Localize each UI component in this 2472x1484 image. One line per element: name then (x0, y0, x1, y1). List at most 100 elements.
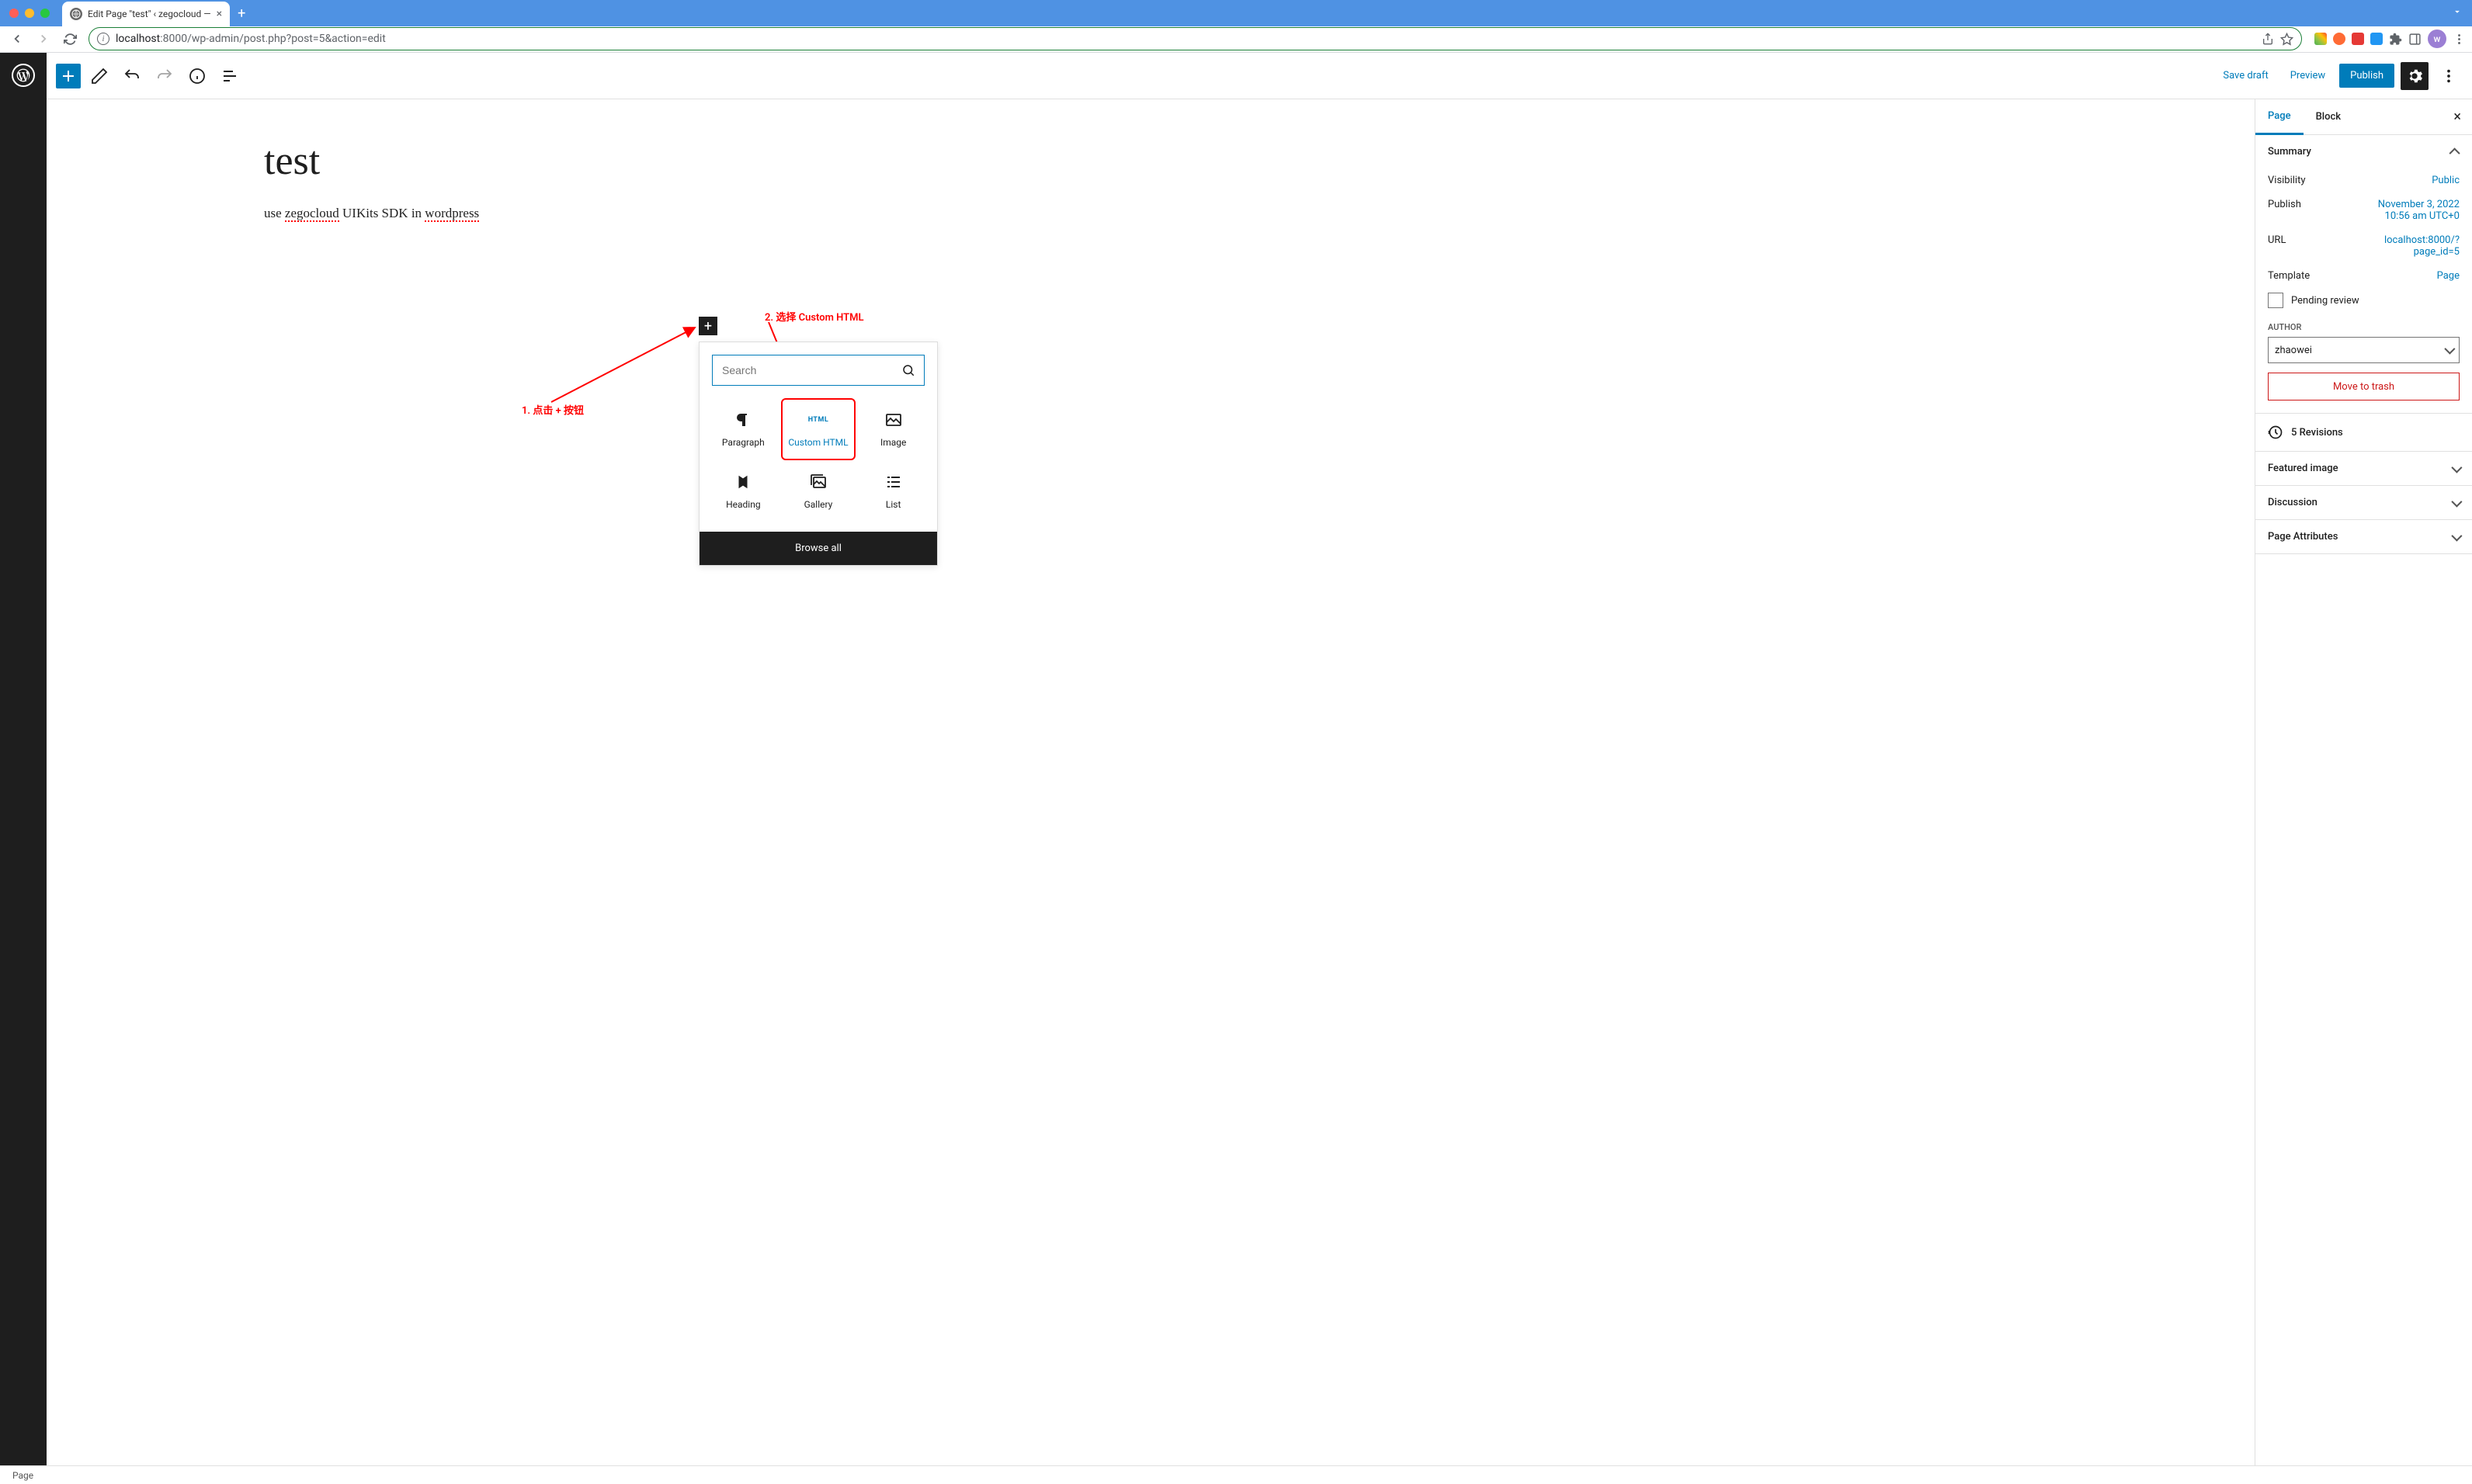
url-label: URL (2268, 234, 2286, 258)
tab-title: Edit Page "test" ‹ zegocloud — (88, 9, 211, 19)
block-paragraph[interactable]: Paragraph (706, 398, 781, 460)
extension-icon[interactable] (2352, 33, 2364, 45)
annotation-step2: 2. 选择 Custom HTML (765, 309, 864, 324)
outline-button[interactable] (216, 62, 244, 90)
wp-logo-column (0, 53, 47, 1484)
url-text: localhost:8000/wp-admin/post.php?post=5&… (116, 33, 2255, 45)
extension-icon[interactable] (2333, 33, 2345, 45)
preview-button[interactable]: Preview (2283, 64, 2333, 88)
browser-tab[interactable]: Edit Page "test" ‹ zegocloud — × (62, 2, 230, 26)
redo-button[interactable] (151, 62, 179, 90)
pending-review-label: Pending review (2291, 295, 2359, 307)
details-button[interactable] (183, 62, 211, 90)
inserter-search-input[interactable] (712, 355, 925, 386)
settings-sidebar: Page Block × Summary Visibility Public Pu… (2255, 99, 2472, 1484)
revisions-row[interactable]: 5 Revisions (2255, 414, 2472, 452)
publish-value[interactable]: November 3, 2022 10:56 am UTC+0 (2351, 199, 2460, 222)
profile-avatar[interactable]: w (2428, 29, 2446, 48)
breadcrumb[interactable]: Page (12, 1470, 33, 1481)
site-info-icon[interactable]: i (97, 33, 109, 45)
forward-button[interactable] (33, 28, 54, 50)
panel-summary-header[interactable]: Summary (2255, 135, 2472, 168)
panel-discussion[interactable]: Discussion (2255, 486, 2472, 519)
paragraph-icon (734, 411, 752, 429)
editor-footer: Page (0, 1465, 2472, 1484)
share-icon[interactable] (2262, 33, 2274, 45)
browse-all-button[interactable]: Browse all (700, 532, 937, 565)
move-to-trash-button[interactable]: Move to trash (2268, 373, 2460, 400)
publish-label: Publish (2268, 199, 2301, 222)
minimize-window-button[interactable] (25, 9, 34, 18)
pending-review-checkbox[interactable] (2268, 293, 2283, 308)
page-title[interactable]: test (264, 138, 769, 184)
sidebar-tabs: Page Block × (2255, 99, 2472, 135)
tab-strip: Edit Page "test" ‹ zegocloud — × + (0, 0, 2472, 26)
block-inserter-panel: Paragraph HTML Custom HTML Image Hea (699, 342, 938, 566)
browser-chrome: Edit Page "test" ‹ zegocloud — × + i loc… (0, 0, 2472, 53)
chevron-down-icon (2451, 530, 2462, 541)
editor-canvas[interactable]: test use zegocloud UIKits SDK in wordpre… (47, 99, 2255, 1484)
maximize-window-button[interactable] (40, 9, 50, 18)
tools-pencil-button[interactable] (85, 62, 113, 90)
page-paragraph[interactable]: use zegocloud UIKits SDK in wordpress (264, 206, 769, 221)
back-button[interactable] (6, 28, 28, 50)
template-label: Template (2268, 270, 2310, 282)
block-image[interactable]: Image (856, 398, 931, 460)
visibility-value[interactable]: Public (2432, 175, 2460, 186)
reload-button[interactable] (59, 28, 81, 50)
tab-favicon-icon (70, 8, 82, 20)
wordpress-logo-icon[interactable] (12, 64, 35, 87)
publish-button[interactable]: Publish (2339, 64, 2394, 88)
bookmark-star-icon[interactable] (2280, 33, 2293, 46)
extensions-puzzle-icon[interactable] (2389, 33, 2402, 46)
inline-inserter-button[interactable]: + (699, 317, 717, 335)
image-icon (884, 411, 903, 429)
close-window-button[interactable] (9, 9, 19, 18)
new-tab-button[interactable]: + (238, 5, 245, 22)
chevron-down-icon (2451, 496, 2462, 507)
url-value[interactable]: localhost:8000/?page_id=5 (2351, 234, 2460, 258)
extension-icon[interactable] (2370, 33, 2383, 45)
panel-featured-image[interactable]: Featured image (2255, 452, 2472, 485)
address-bar[interactable]: i localhost:8000/wp-admin/post.php?post=… (89, 27, 2302, 50)
panel-page-attributes[interactable]: Page Attributes (2255, 520, 2472, 553)
history-icon (2268, 425, 2283, 440)
wordpress-editor: Save draft Preview Publish test use zego… (0, 53, 2472, 1484)
chevron-down-icon (2444, 344, 2455, 355)
browser-menu-icon[interactable] (2453, 33, 2466, 46)
heading-icon (734, 473, 752, 491)
annotation-arrow-1 (543, 324, 707, 410)
settings-gear-button[interactable] (2401, 62, 2429, 90)
gallery-icon (809, 473, 828, 491)
search-icon (901, 363, 915, 377)
list-icon (884, 473, 903, 491)
html-icon: HTML (808, 411, 829, 429)
tab-page[interactable]: Page (2255, 99, 2304, 135)
sidebar-close-button[interactable]: × (2442, 109, 2472, 125)
panel-summary: Summary Visibility Public Publish November… (2255, 135, 2472, 414)
block-list[interactable]: List (856, 460, 931, 522)
save-draft-button[interactable]: Save draft (2215, 64, 2276, 88)
panel-icon[interactable] (2408, 33, 2422, 46)
tab-close-button[interactable]: × (217, 8, 222, 20)
window-controls (9, 9, 50, 18)
block-heading[interactable]: Heading (706, 460, 781, 522)
tab-strip-chevron-icon[interactable] (2452, 6, 2463, 20)
undo-button[interactable] (118, 62, 146, 90)
add-block-button[interactable] (56, 64, 81, 88)
visibility-label: Visibility (2268, 175, 2306, 186)
chevron-up-icon (2449, 147, 2460, 158)
wp-main-area: Save draft Preview Publish test use zego… (47, 53, 2472, 1484)
block-gallery[interactable]: Gallery (781, 460, 856, 522)
chevron-down-icon (2451, 462, 2462, 473)
tab-block[interactable]: Block (2304, 100, 2353, 133)
more-options-button[interactable] (2435, 62, 2463, 90)
extension-icon[interactable] (2314, 33, 2327, 45)
annotation-step1: 1. 点击 + 按钮 (522, 402, 584, 417)
author-label: AUTHOR (2268, 319, 2460, 337)
extension-icons: w (2314, 29, 2466, 48)
author-select[interactable]: zhaowei (2268, 337, 2460, 363)
editor-topbar: Save draft Preview Publish (47, 53, 2472, 99)
block-custom-html[interactable]: HTML Custom HTML (781, 398, 856, 460)
template-value[interactable]: Page (2437, 270, 2460, 282)
